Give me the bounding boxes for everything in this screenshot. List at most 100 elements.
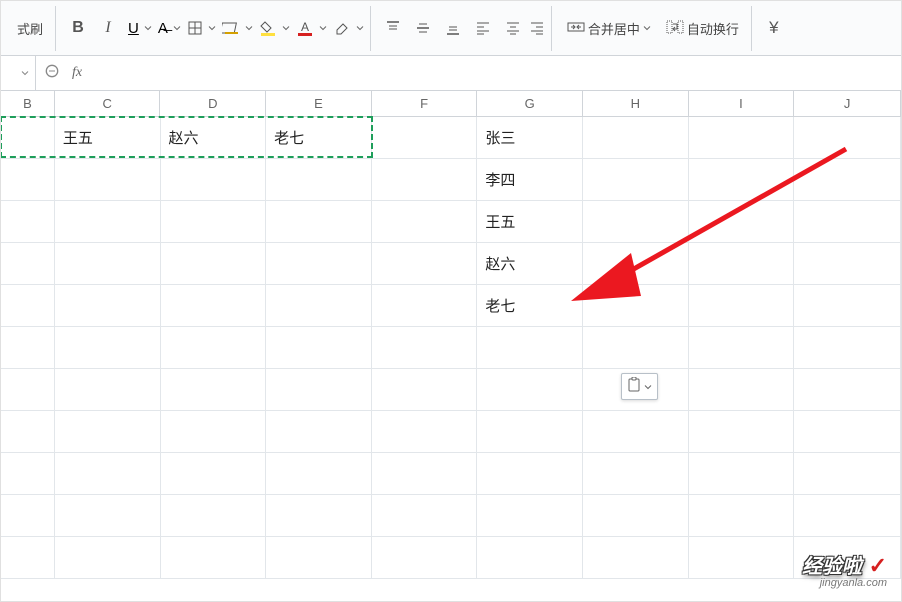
- cell[interactable]: [55, 495, 161, 537]
- cell[interactable]: 赵六: [477, 243, 583, 285]
- cell[interactable]: [266, 537, 372, 579]
- cell[interactable]: [794, 495, 901, 537]
- cell[interactable]: [372, 243, 478, 285]
- cell[interactable]: [55, 453, 161, 495]
- cell[interactable]: [583, 201, 689, 243]
- cell[interactable]: [266, 453, 372, 495]
- cell[interactable]: [583, 495, 689, 537]
- cell[interactable]: [689, 117, 795, 159]
- cell[interactable]: [794, 285, 901, 327]
- cell[interactable]: [1, 411, 55, 453]
- cell[interactable]: [161, 537, 267, 579]
- cell[interactable]: [372, 411, 478, 453]
- cell[interactable]: [55, 285, 161, 327]
- currency-button[interactable]: ¥: [760, 14, 788, 42]
- clear-format-button[interactable]: [329, 18, 364, 38]
- cell[interactable]: [372, 453, 478, 495]
- cell[interactable]: [372, 117, 478, 159]
- cell[interactable]: 李四: [477, 159, 583, 201]
- fx-label[interactable]: fx: [72, 65, 82, 81]
- format-painter-button[interactable]: 式刷: [11, 15, 49, 42]
- cell[interactable]: [55, 159, 161, 201]
- cell[interactable]: [55, 243, 161, 285]
- cell[interactable]: [161, 453, 267, 495]
- cell[interactable]: [161, 159, 267, 201]
- cell[interactable]: [1, 159, 55, 201]
- italic-button[interactable]: I: [94, 14, 122, 42]
- cell[interactable]: [372, 369, 478, 411]
- cell[interactable]: 张三: [477, 117, 583, 159]
- cell[interactable]: 赵六: [161, 117, 267, 159]
- cell[interactable]: [372, 159, 478, 201]
- col-header[interactable]: C: [55, 91, 161, 116]
- col-header[interactable]: G: [477, 91, 583, 116]
- cell[interactable]: [55, 537, 161, 579]
- col-header[interactable]: D: [160, 91, 266, 116]
- cell-style-button[interactable]: [218, 18, 253, 38]
- align-right-button[interactable]: [529, 20, 545, 36]
- cell[interactable]: [161, 411, 267, 453]
- cell[interactable]: [372, 327, 478, 369]
- grid[interactable]: 王五 赵六 老七 张三 李四 王五: [1, 117, 901, 579]
- align-center-button[interactable]: [499, 14, 527, 42]
- cell[interactable]: [794, 327, 901, 369]
- cell[interactable]: [477, 495, 583, 537]
- cell[interactable]: [161, 327, 267, 369]
- cell[interactable]: 王五: [55, 117, 161, 159]
- cell[interactable]: [161, 369, 267, 411]
- cell[interactable]: [266, 285, 372, 327]
- name-box[interactable]: [1, 56, 36, 90]
- cell[interactable]: [1, 285, 55, 327]
- cell[interactable]: [689, 537, 795, 579]
- cell[interactable]: [372, 495, 478, 537]
- underline-button[interactable]: U: [124, 18, 152, 39]
- cell[interactable]: [477, 411, 583, 453]
- cell[interactable]: [794, 117, 901, 159]
- cell[interactable]: [161, 495, 267, 537]
- cell[interactable]: [161, 201, 267, 243]
- cell[interactable]: [55, 201, 161, 243]
- cell[interactable]: [583, 327, 689, 369]
- cell[interactable]: [583, 243, 689, 285]
- cell[interactable]: [794, 453, 901, 495]
- cell[interactable]: [583, 411, 689, 453]
- cell[interactable]: [266, 243, 372, 285]
- cell[interactable]: [794, 411, 901, 453]
- col-header[interactable]: E: [266, 91, 372, 116]
- cell[interactable]: [794, 159, 901, 201]
- align-top-button[interactable]: [379, 14, 407, 42]
- cell[interactable]: [583, 117, 689, 159]
- cell[interactable]: [689, 453, 795, 495]
- auto-wrap-button[interactable]: 自动换行: [659, 15, 745, 42]
- cell[interactable]: [583, 159, 689, 201]
- cell[interactable]: [266, 411, 372, 453]
- bold-button[interactable]: B: [64, 14, 92, 42]
- cell[interactable]: [794, 369, 901, 411]
- cell[interactable]: [1, 117, 55, 159]
- cell[interactable]: [689, 495, 795, 537]
- cell[interactable]: [477, 327, 583, 369]
- cell[interactable]: [55, 369, 161, 411]
- col-header[interactable]: J: [794, 91, 901, 116]
- cell[interactable]: [1, 537, 55, 579]
- align-bottom-button[interactable]: [439, 14, 467, 42]
- cell[interactable]: [689, 159, 795, 201]
- borders-button[interactable]: [183, 18, 216, 38]
- cell[interactable]: [477, 453, 583, 495]
- cell[interactable]: [689, 201, 795, 243]
- cell[interactable]: 老七: [266, 117, 372, 159]
- cell[interactable]: [266, 327, 372, 369]
- fill-color-button[interactable]: [255, 18, 290, 38]
- cell[interactable]: [266, 495, 372, 537]
- search-icon[interactable]: [44, 63, 62, 84]
- cell[interactable]: [794, 243, 901, 285]
- cell[interactable]: [372, 201, 478, 243]
- cell[interactable]: [1, 327, 55, 369]
- cell[interactable]: [266, 201, 372, 243]
- cell[interactable]: [689, 411, 795, 453]
- cell[interactable]: [1, 453, 55, 495]
- cell[interactable]: [372, 537, 478, 579]
- cell[interactable]: [372, 285, 478, 327]
- cell[interactable]: [583, 285, 689, 327]
- cell[interactable]: [266, 369, 372, 411]
